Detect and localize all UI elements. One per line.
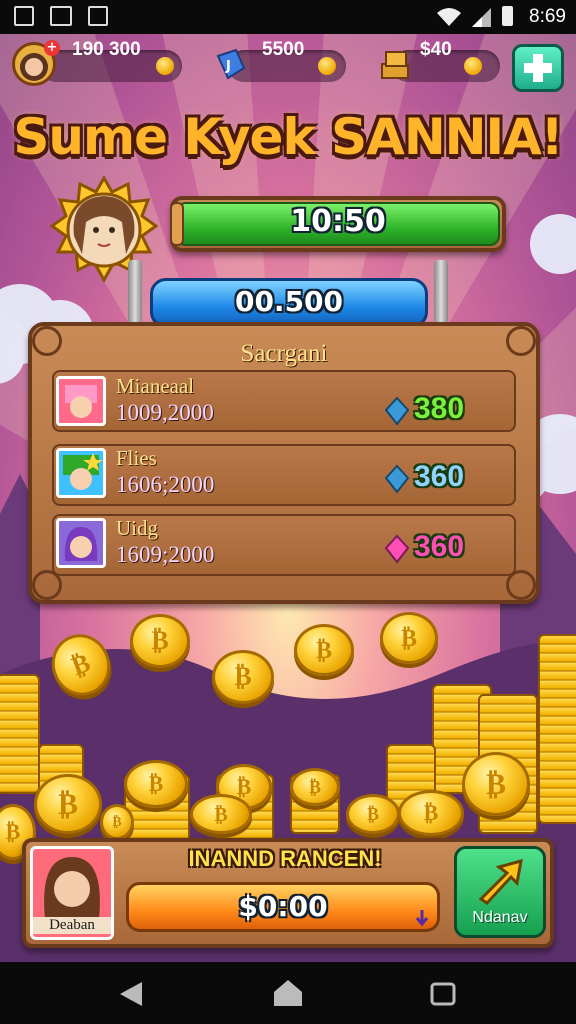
leaderboard-header: Sacrgani (240, 340, 328, 367)
row-player-score: 1606;2000 (116, 472, 215, 497)
coin-stack (0, 674, 40, 794)
blue-gem-icon: J (216, 48, 246, 80)
image-notification-icon (50, 6, 72, 26)
arrow-down-icon (415, 910, 429, 927)
store-notification-icon (88, 6, 108, 26)
gold-coin-icon: ₿ (212, 650, 274, 704)
coin-stack (538, 634, 576, 824)
gem-icon (384, 534, 410, 564)
player-avatar (56, 376, 106, 426)
back-icon[interactable] (118, 980, 144, 1008)
row-player-score: 1609;2000 (116, 542, 215, 567)
player-card[interactable]: Deaban (30, 846, 114, 940)
row-player-name: Mianeaal (116, 374, 195, 398)
amount-value: $0:00 (238, 890, 328, 923)
gem-icon (384, 396, 410, 426)
signal-icon (472, 8, 491, 27)
gold-coin-icon: ₿ (190, 794, 252, 834)
row-reward-value: 360 (414, 530, 465, 563)
row-player-name: Uidg (116, 516, 158, 540)
add-currency-button[interactable] (512, 44, 564, 92)
game-title: Sume Kyek SANNIA! (13, 108, 563, 166)
timer-value: 10:50 (290, 204, 386, 239)
reward-banner: INANND RANCEN! (188, 846, 382, 871)
row-reward-value: 380 (414, 392, 465, 425)
coins-value: 190 300 (72, 39, 141, 60)
player-portrait-icon (65, 385, 97, 418)
gold-coin-icon: ₿ (294, 624, 354, 676)
plus-icon (524, 54, 552, 82)
player-avatar (56, 518, 106, 568)
player-card-name: Deaban (33, 917, 111, 934)
gold-coin-icon: ₿ (124, 760, 188, 808)
gold-bars-icon (381, 51, 409, 79)
row-player-score: 1009,2000 (116, 400, 214, 425)
gold-coin-icon: ₿ (462, 752, 530, 816)
status-time: 8:69 (529, 6, 566, 27)
gold-coin-icon: ₿ (346, 794, 400, 834)
score-value: 00.500 (234, 285, 344, 318)
row-player-name: Flies (116, 446, 157, 470)
row-reward-value: 360 (414, 460, 465, 493)
support-rod (434, 260, 448, 326)
support-rod (128, 260, 142, 326)
status-bar: 8:69 (0, 0, 576, 34)
cash-value: $40 (420, 39, 452, 60)
gold-coin-icon: ₿ (398, 790, 464, 836)
player-portrait-icon (64, 527, 98, 561)
gold-coin-icon: ₿ (100, 804, 134, 840)
coin-icon (156, 57, 174, 75)
gems-value: 5500 (262, 39, 305, 60)
recents-icon[interactable] (428, 980, 458, 1008)
gem-icon (384, 464, 410, 494)
svg-text:J: J (225, 59, 231, 74)
system-nav-bar (0, 962, 576, 1024)
gold-coin-icon: ₿ (380, 612, 438, 664)
gold-coin-icon: ₿ (290, 768, 340, 806)
notification-icon (14, 6, 34, 26)
navigate-button-label: Ndanav (472, 909, 528, 926)
player-portrait-icon (63, 453, 103, 490)
notification-badge-icon: + (44, 40, 60, 56)
wifi-icon (437, 8, 461, 26)
gold-coin-icon: ₿ (34, 774, 102, 834)
home-icon[interactable] (272, 978, 304, 1008)
coin-icon (464, 57, 482, 75)
arrow-up-right-icon (478, 858, 523, 905)
coin-icon (318, 57, 336, 75)
player-portrait-icon (44, 857, 100, 919)
battery-icon (502, 6, 513, 26)
player-avatar (56, 448, 106, 498)
navigate-button[interactable]: Ndanav (454, 846, 546, 938)
game-screen: + 190 300 J 5500 $40 Sume Kyek SANNIA! 1… (0, 34, 576, 962)
gold-coin-icon: ₿ (130, 614, 190, 668)
